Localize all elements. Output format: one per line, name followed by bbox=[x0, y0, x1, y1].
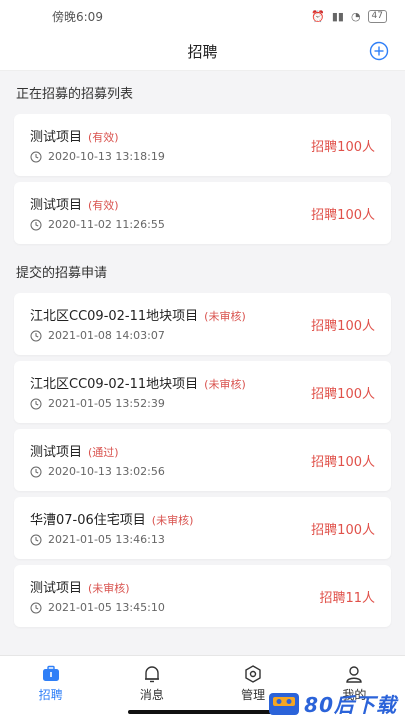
timestamp: 2021-01-08 14:03:07 bbox=[48, 329, 165, 342]
timestamp-row: 2021-01-05 13:46:13 bbox=[30, 533, 165, 546]
project-name: 江北区CC09-02-11地块项目 (未审核) bbox=[30, 373, 246, 392]
recruit-card[interactable]: 测试项目 (未审核) 2021-01-05 13:45:10 招聘11人 bbox=[14, 565, 391, 627]
project-title: 测试项目 bbox=[30, 581, 83, 596]
add-circle-icon[interactable] bbox=[369, 41, 389, 61]
project-name: 江北区CC09-02-11地块项目 (未审核) bbox=[30, 305, 246, 324]
section-title: 提交的招募申请 bbox=[16, 266, 108, 281]
project-name: 测试项目 (有效) bbox=[30, 126, 119, 145]
top-bar: 招聘 bbox=[0, 32, 405, 71]
wifi-icon: ◔ bbox=[350, 9, 361, 23]
status-time: 傍晚6:09 bbox=[52, 9, 103, 24]
recruit-card[interactable]: 测试项目 (有效) 2020-11-02 11:26:55 招聘100人 bbox=[14, 182, 391, 244]
tab-label: 管理 bbox=[241, 688, 266, 702]
clock-icon bbox=[30, 398, 42, 409]
project-title: 江北区CC09-02-11地块项目 bbox=[30, 309, 199, 324]
user-icon bbox=[346, 666, 363, 683]
home-indicator bbox=[128, 710, 276, 714]
recruit-card[interactable]: 江北区CC09-02-11地块项目 (未审核) 2021-01-05 13:52:3… bbox=[14, 361, 391, 423]
timestamp: 2020-11-02 11:26:55 bbox=[48, 218, 165, 231]
project-name: 测试项目 (有效) bbox=[30, 194, 119, 213]
recruit-count: 招聘100人 bbox=[311, 140, 375, 155]
clock-icon bbox=[30, 330, 42, 341]
bell-icon bbox=[144, 666, 159, 683]
status-icons: ⏰ ▮▮ ◔ 47 bbox=[311, 9, 387, 23]
project-name: 华漕07-06住宅项目 (未审核) bbox=[30, 509, 193, 528]
recruit-card[interactable]: 测试项目 (通过) 2020-10-13 13:02:56 招聘100人 bbox=[14, 429, 391, 491]
project-title: 江北区CC09-02-11地块项目 bbox=[30, 377, 199, 392]
project-title: 测试项目 bbox=[30, 198, 83, 213]
watermark-text: 80后下载 bbox=[304, 693, 397, 717]
status-badge: (未审核) bbox=[204, 378, 246, 391]
status-badge: (有效) bbox=[88, 199, 119, 212]
recruit-count: 招聘100人 bbox=[311, 455, 375, 470]
cassette-logo-icon bbox=[269, 692, 300, 715]
watermark: 80后下载 bbox=[268, 689, 397, 718]
signal-icon: ▮▮ bbox=[331, 9, 344, 23]
recruit-count: 招聘100人 bbox=[311, 523, 375, 538]
recruit-count: 招聘11人 bbox=[319, 591, 375, 606]
status-badge: (有效) bbox=[88, 131, 119, 144]
timestamp-row: 2020-10-13 13:18:19 bbox=[30, 150, 165, 163]
section-active: 正在招募的招募列表 测试项目 (有效) 2020-10-13 13:18:19 招聘1… bbox=[0, 71, 405, 244]
timestamp-row: 2021-01-05 13:52:39 bbox=[30, 397, 165, 410]
project-title: 测试项目 bbox=[30, 445, 83, 460]
project-name: 测试项目 (未审核) bbox=[30, 577, 130, 596]
tab-recruit[interactable]: 招聘 bbox=[0, 656, 101, 720]
timestamp: 2020-10-13 13:02:56 bbox=[48, 465, 165, 478]
clock-icon bbox=[30, 534, 42, 545]
clock-icon bbox=[30, 466, 42, 477]
timestamp: 2021-01-05 13:45:10 bbox=[48, 601, 165, 614]
project-title: 华漕07-06住宅项目 bbox=[30, 513, 146, 528]
recruit-count: 招聘100人 bbox=[311, 208, 375, 223]
clock-icon bbox=[30, 219, 42, 230]
status-bar: 傍晚6:09 ⏰ ▮▮ ◔ 47 bbox=[0, 0, 405, 32]
section-applications: 提交的招募申请 江北区CC09-02-11地块项目 (未审核) 2021-01-08… bbox=[0, 250, 405, 627]
clock-icon bbox=[30, 602, 42, 613]
timestamp: 2021-01-05 13:52:39 bbox=[48, 397, 165, 410]
timestamp-row: 2021-01-08 14:03:07 bbox=[30, 329, 165, 342]
page-title: 招聘 bbox=[187, 42, 218, 61]
tab-label: 消息 bbox=[139, 688, 164, 702]
project-title: 测试项目 bbox=[30, 130, 83, 145]
timestamp: 2020-10-13 13:18:19 bbox=[48, 150, 165, 163]
alarm-icon: ⏰ bbox=[311, 9, 325, 23]
timestamp-row: 2021-01-05 13:45:10 bbox=[30, 601, 165, 614]
recruit-count: 招聘100人 bbox=[311, 387, 375, 402]
recruit-card[interactable]: 测试项目 (有效) 2020-10-13 13:18:19 招聘100人 bbox=[14, 114, 391, 176]
battery-icon: 47 bbox=[367, 9, 387, 23]
clock-icon bbox=[30, 151, 42, 162]
status-badge: (未审核) bbox=[204, 310, 246, 323]
recruit-card[interactable]: 江北区CC09-02-11地块项目 (未审核) 2021-01-08 14:03:0… bbox=[14, 293, 391, 355]
section-title: 正在招募的招募列表 bbox=[16, 87, 134, 102]
timestamp-row: 2020-11-02 11:26:55 bbox=[30, 218, 165, 231]
project-name: 测试项目 (通过) bbox=[30, 441, 119, 460]
status-badge: (通过) bbox=[88, 446, 119, 459]
recruit-card[interactable]: 华漕07-06住宅项目 (未审核) 2021-01-05 13:46:13 招聘100… bbox=[14, 497, 391, 559]
status-badge: (未审核) bbox=[88, 582, 130, 595]
timestamp: 2021-01-05 13:46:13 bbox=[48, 533, 165, 546]
timestamp-row: 2020-10-13 13:02:56 bbox=[30, 465, 165, 478]
status-badge: (未审核) bbox=[151, 514, 194, 527]
briefcase-icon bbox=[42, 665, 59, 681]
hexagon-settings-icon bbox=[245, 665, 261, 683]
recruit-count: 招聘100人 bbox=[311, 319, 375, 334]
tab-label: 招聘 bbox=[38, 688, 63, 702]
